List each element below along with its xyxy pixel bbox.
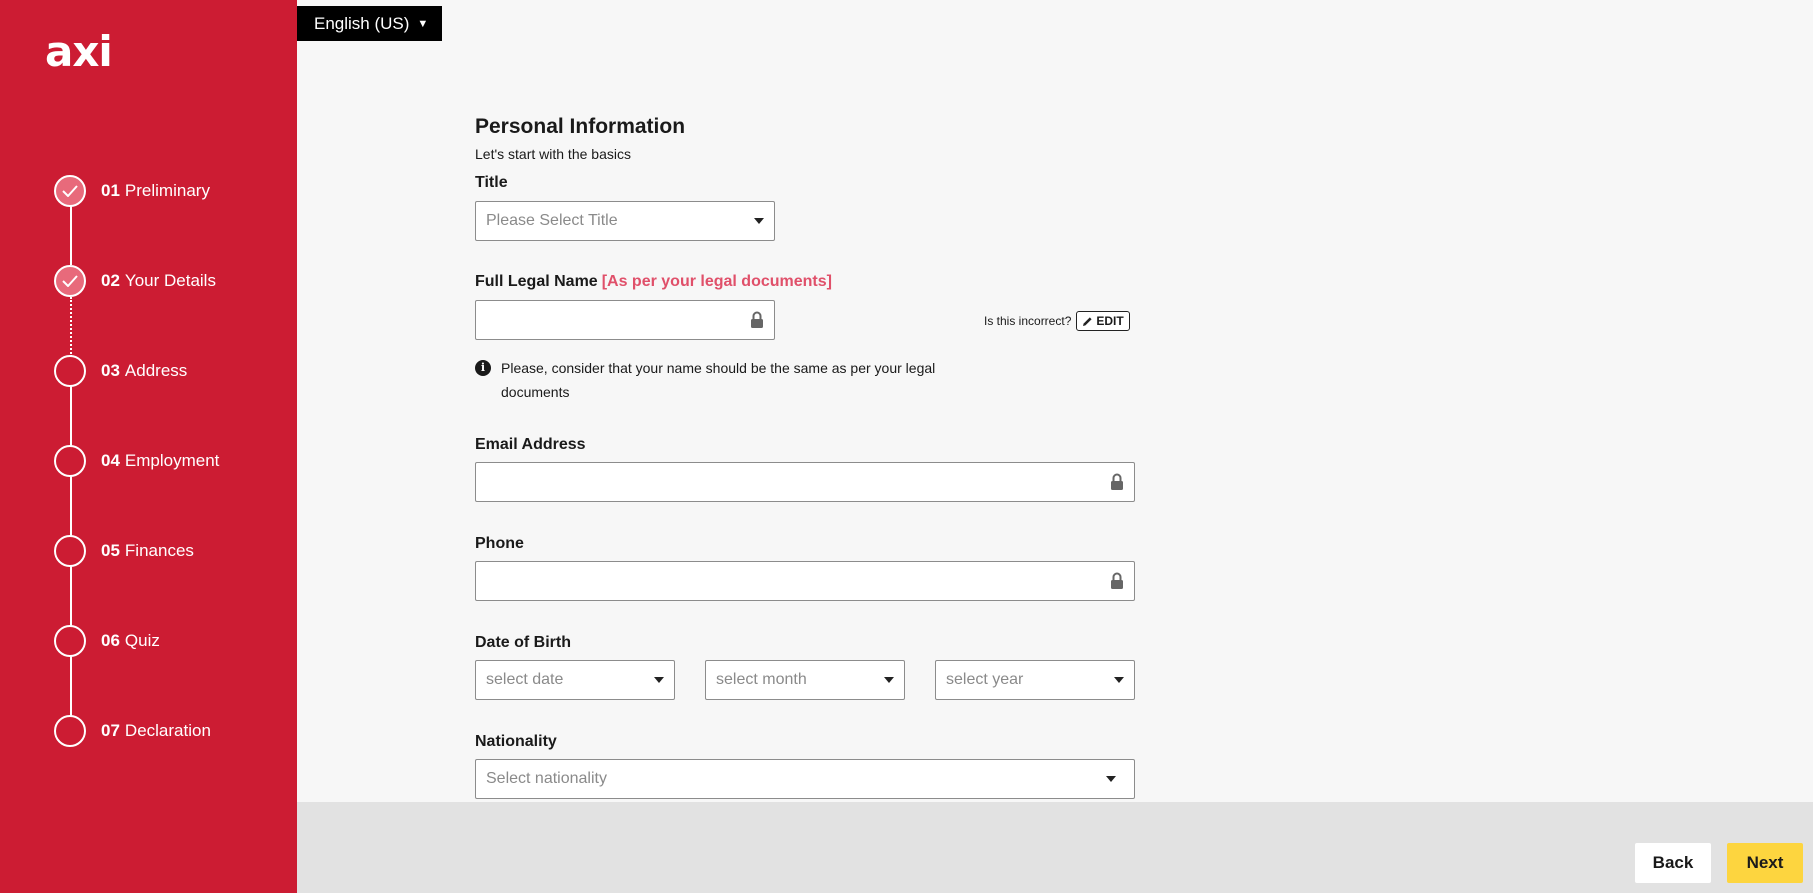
step-label: 01 Preliminary <box>101 181 210 200</box>
nationality-placeholder: Select nationality <box>486 770 607 787</box>
step-label: 07 Declaration <box>101 721 211 740</box>
next-button[interactable]: Next <box>1727 843 1803 883</box>
step-connector <box>70 297 72 357</box>
info-icon: i <box>475 360 491 376</box>
step-label: 06 Quiz <box>101 631 160 650</box>
step-finances[interactable]: 05 Finances <box>54 535 194 567</box>
page-subtitle: Let's start with the basics <box>475 146 631 162</box>
step-circle-icon <box>54 715 86 747</box>
step-circle-icon <box>54 625 86 657</box>
page-title: Personal Information <box>475 115 686 138</box>
nationality-select[interactable]: Select nationality <box>475 759 1135 799</box>
caret-down-icon <box>1114 677 1124 683</box>
check-icon <box>54 175 86 207</box>
step-your-details[interactable]: 02 Your Details <box>54 265 216 297</box>
step-circle-icon <box>54 535 86 567</box>
lock-icon <box>1111 572 1123 589</box>
sidebar: axi 01 Preliminary 02 Your Details 03 Addre… <box>0 0 297 893</box>
step-label: 02 Your Details <box>101 271 216 290</box>
step-circle-icon <box>54 355 86 387</box>
dob-label: Date of Birth <box>475 634 571 651</box>
step-label: 05 Finances <box>101 541 194 560</box>
nationality-label: Nationality <box>475 733 557 750</box>
dob-month-placeholder: select month <box>716 671 807 688</box>
dob-year-placeholder: select year <box>946 671 1024 688</box>
caret-down-icon <box>654 677 664 683</box>
axi-logo: axi <box>45 27 113 76</box>
edit-name-button[interactable]: EDIT <box>1076 311 1130 331</box>
legal-docs-hint: [As per your legal documents] <box>601 273 832 290</box>
step-preliminary[interactable]: 01 Preliminary <box>54 175 210 207</box>
step-address[interactable]: 03 Address <box>54 355 187 387</box>
step-quiz[interactable]: 06 Quiz <box>54 625 160 657</box>
name-info-note: i Please, consider that your name should… <box>475 356 995 404</box>
dob-date-placeholder: select date <box>486 671 564 688</box>
name-incorrect-prompt: Is this incorrect? EDIT <box>984 311 1130 331</box>
phone-field[interactable] <box>475 561 1135 601</box>
caret-down-icon: ▼ <box>417 17 429 30</box>
lock-icon <box>751 311 763 328</box>
title-label: Title <box>475 174 508 191</box>
full-name-field[interactable] <box>475 300 775 340</box>
check-icon <box>54 265 86 297</box>
email-label: Email Address <box>475 436 586 453</box>
pencil-icon <box>1083 316 1092 326</box>
phone-label: Phone <box>475 535 524 552</box>
caret-down-icon <box>884 677 894 683</box>
step-declaration[interactable]: 07 Declaration <box>54 715 211 747</box>
dob-date-select[interactable]: select date <box>475 660 675 700</box>
footer-bar <box>297 802 1813 893</box>
step-circle-icon <box>54 445 86 477</box>
email-field[interactable] <box>475 462 1135 502</box>
title-placeholder: Please Select Title <box>486 212 618 229</box>
caret-down-icon <box>1106 776 1116 782</box>
caret-down-icon <box>754 218 764 224</box>
step-label: 03 Address <box>101 361 188 380</box>
lock-icon <box>1111 473 1123 490</box>
back-button[interactable]: Back <box>1635 843 1711 883</box>
language-selector[interactable]: English (US) ▼ <box>297 6 442 41</box>
language-label: English (US) <box>314 13 410 33</box>
dob-month-select[interactable]: select month <box>705 660 905 700</box>
step-employment[interactable]: 04 Employment <box>54 445 219 477</box>
step-label: 04 Employment <box>101 451 220 470</box>
title-select[interactable]: Please Select Title <box>475 201 775 241</box>
dob-year-select[interactable]: select year <box>935 660 1135 700</box>
full-name-label: Full Legal Name [As per your legal docume… <box>475 273 832 290</box>
